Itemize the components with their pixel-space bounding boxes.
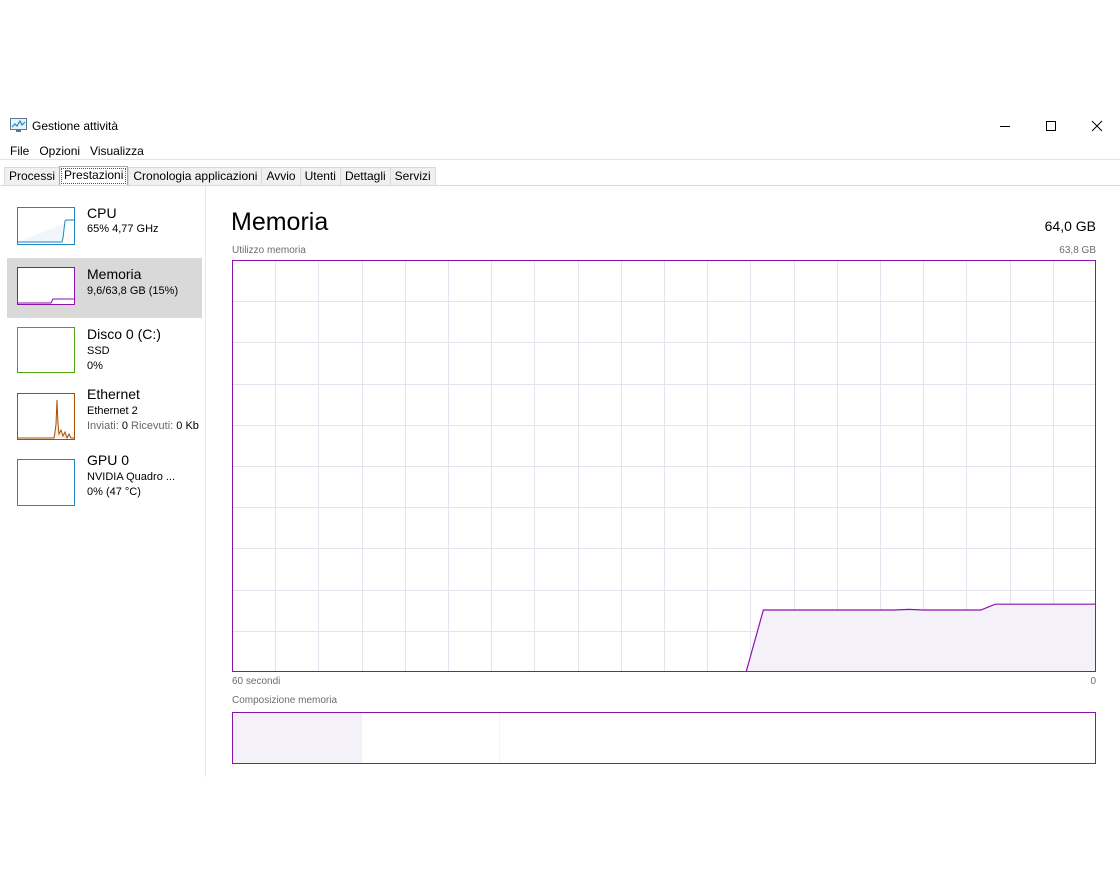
memory-usage-text: 9,6/63,8 GB (15%)	[87, 285, 179, 297]
received-label: Ricevuti:	[131, 420, 174, 432]
tab-startup[interactable]: Avvio	[261, 167, 300, 186]
x-axis-left-label: 60 secondi	[232, 676, 281, 687]
task-manager-icon	[10, 118, 27, 133]
resource-sidebar: CPU 65% 4,77 GHz Memoria 9,6/63,8 GB (15…	[0, 186, 206, 777]
total-capacity: 64,0 GB	[1044, 218, 1096, 234]
ethernet-throughput-text: Inviati: 0 Ricevuti: 0 Kb	[87, 420, 199, 432]
menu-file[interactable]: File	[0, 142, 34, 160]
tab-strip: Processi Prestazioni Cronologia applicaz…	[4, 166, 436, 186]
x-axis-right-label: 0	[1090, 676, 1096, 687]
disk-usage-text: 0%	[87, 360, 103, 372]
sidebar-item-label: CPU	[87, 205, 117, 221]
gpu-model-text: NVIDIA Quadro ...	[87, 471, 176, 483]
composition-segment	[499, 712, 1096, 764]
disk-thumbnail	[17, 327, 75, 373]
tab-details[interactable]: Dettagli	[339, 167, 390, 186]
sidebar-item-memory[interactable]: Memoria 9,6/63,8 GB (15%)	[7, 258, 202, 318]
cpu-thumbnail	[17, 207, 75, 245]
tab-users[interactable]: Utenti	[299, 167, 340, 186]
ethernet-thumbnail	[17, 393, 75, 440]
sidebar-item-disk[interactable]: Disco 0 (C:) SSD 0%	[7, 318, 202, 378]
menu-options[interactable]: Opzioni	[34, 142, 85, 160]
sidebar-item-label: GPU 0	[87, 452, 130, 468]
composition-label: Composizione memoria	[232, 695, 338, 706]
tab-processes[interactable]: Processi	[4, 167, 60, 186]
window-title: Gestione attività	[32, 119, 119, 133]
composition-segment	[361, 712, 500, 764]
sidebar-item-ethernet[interactable]: Ethernet Ethernet 2 Inviati: 0 Ricevuti:…	[7, 384, 202, 444]
gpu-thumbnail	[17, 459, 75, 506]
received-value: 0 Kb	[176, 420, 199, 432]
disk-type-text: SSD	[87, 345, 110, 357]
maximize-icon	[1046, 121, 1056, 131]
memory-composition-bar	[232, 712, 1096, 764]
composition-segment	[232, 712, 362, 764]
sidebar-item-label: Memoria	[87, 266, 142, 282]
usage-graph-max: 63,8 GB	[1059, 245, 1096, 256]
usage-graph-label: Utilizzo memoria	[232, 245, 306, 256]
minimize-button[interactable]	[982, 112, 1028, 140]
sent-label: Inviati:	[87, 420, 119, 432]
cpu-usage-text: 65% 4,77 GHz	[87, 223, 159, 235]
page-title: Memoria	[231, 208, 329, 236]
memory-thumbnail	[17, 267, 75, 305]
minimize-icon	[1000, 126, 1010, 127]
close-icon	[1091, 120, 1103, 132]
task-manager-window: Gestione attività File Opzioni Visualizz…	[0, 112, 1120, 777]
tab-app-history[interactable]: Cronologia applicazioni	[128, 167, 262, 186]
gpu-usage-text: 0% (47 °C)	[87, 486, 141, 498]
menu-bar: File Opzioni Visualizza	[0, 142, 149, 160]
title-bar: Gestione attività	[0, 112, 1120, 140]
tab-performance[interactable]: Prestazioni	[59, 166, 129, 186]
sidebar-item-cpu[interactable]: CPU 65% 4,77 GHz	[7, 198, 202, 258]
tab-services[interactable]: Servizi	[389, 167, 436, 186]
ethernet-adapter-text: Ethernet 2	[87, 405, 138, 417]
close-button[interactable]	[1074, 112, 1120, 140]
sidebar-item-gpu[interactable]: GPU 0 NVIDIA Quadro ... 0% (47 °C)	[7, 450, 202, 510]
sidebar-item-label: Disco 0 (C:)	[87, 326, 161, 342]
menu-view[interactable]: Visualizza	[85, 142, 149, 160]
sidebar-item-label: Ethernet	[87, 386, 140, 402]
menu-divider	[0, 159, 1120, 160]
sent-value: 0	[121, 420, 128, 432]
memory-usage-graph	[232, 260, 1096, 672]
maximize-button[interactable]	[1028, 112, 1074, 140]
